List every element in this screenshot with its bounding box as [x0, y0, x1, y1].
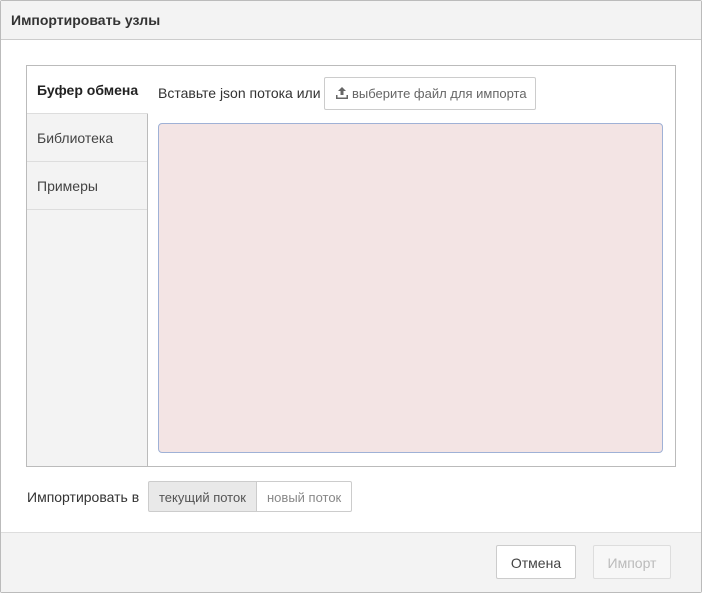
tab-clipboard[interactable]: Буфер обмена: [27, 66, 148, 114]
new-flow-label: новый поток: [267, 490, 342, 505]
current-flow-label: текущий поток: [159, 490, 246, 505]
import-button[interactable]: Импорт: [593, 545, 671, 579]
json-input[interactable]: [158, 123, 663, 453]
select-file-label: выберите файл для импорта: [352, 86, 527, 101]
tab-examples-label: Примеры: [37, 178, 98, 194]
tab-clipboard-label: Буфер обмена: [37, 82, 139, 98]
cancel-button[interactable]: Отмена: [496, 545, 576, 579]
current-flow-toggle[interactable]: текущий поток: [148, 481, 257, 512]
dialog-title: Импортировать узлы: [11, 12, 161, 28]
tab-library[interactable]: Библиотека: [27, 114, 147, 162]
upload-icon: [336, 87, 348, 99]
import-nodes-dialog: Импортировать узлы Буфер обмена Библиоте…: [0, 0, 702, 593]
dialog-titlebar: Импортировать узлы: [1, 1, 701, 40]
tab-library-label: Библиотека: [37, 130, 114, 146]
cancel-label: Отмена: [510, 555, 562, 571]
clipboard-pane: Вставьте json потока или выберите файл д…: [148, 66, 675, 466]
import-label: Импорт: [607, 555, 657, 571]
new-flow-toggle[interactable]: новый поток: [256, 481, 352, 512]
select-file-button[interactable]: выберите файл для импорта: [324, 77, 536, 110]
import-panel: Буфер обмена Библиотека Примеры Вставьте…: [26, 65, 676, 467]
source-tabs: Буфер обмена Библиотека Примеры: [27, 66, 148, 466]
paste-json-label: Вставьте json потока или: [158, 85, 321, 101]
dialog-footer: Отмена Импорт: [1, 532, 701, 592]
import-to-label: Импортировать в: [27, 489, 140, 505]
tab-examples[interactable]: Примеры: [27, 162, 147, 210]
